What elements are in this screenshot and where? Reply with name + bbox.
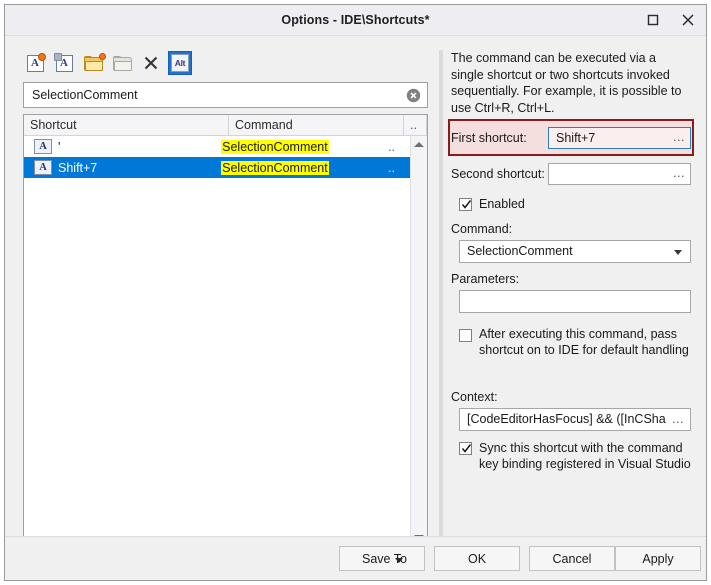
ok-label: OK — [467, 551, 487, 566]
copy-shortcut-button[interactable]: A — [52, 51, 76, 75]
pass-through-label-line1: After executing this command, pass — [479, 327, 678, 341]
pass-through-label-line2: shortcut on to IDE for default handling — [479, 343, 689, 357]
export-button[interactable] — [110, 51, 134, 75]
parameters-label: Parameters: — [451, 272, 520, 286]
first-shortcut-row: First shortcut: Shift+7 ... — [451, 127, 691, 149]
row-extra-value[interactable]: .. — [388, 140, 410, 154]
enabled-label: Enabled — [479, 197, 525, 211]
first-shortcut-input[interactable]: Shift+7 ... — [548, 127, 691, 149]
shortcut-key-icon: A — [34, 139, 52, 154]
cancel-button[interactable]: Cancel — [529, 546, 615, 571]
panel-splitter[interactable] — [439, 50, 443, 547]
apply-label: Apply — [642, 551, 674, 566]
close-button[interactable] — [671, 5, 704, 35]
dialog-footer: Save To OK Cancel Apply — [5, 536, 706, 580]
table-row[interactable]: A ' SelectionComment .. — [24, 136, 410, 157]
row-shortcut-value: ' — [58, 139, 61, 154]
new-shortcut-button[interactable]: A — [23, 51, 47, 75]
list-rows: A ' SelectionComment .. A Shift+7 Select… — [24, 136, 410, 546]
checkbox-box — [459, 329, 472, 342]
cancel-label: Cancel — [552, 551, 592, 566]
copy-shortcut-icon: A — [53, 52, 73, 72]
maximize-button[interactable] — [636, 5, 669, 35]
ok-button[interactable]: OK — [434, 546, 520, 571]
search-value: SelectionComment — [32, 88, 138, 102]
save-to-button[interactable]: Save To — [339, 546, 425, 571]
alt-key-icon: Alt — [171, 54, 189, 72]
shortcut-details-panel: The command can be executed via a single… — [448, 50, 694, 547]
pass-through-checkbox[interactable]: After executing this command, pass short… — [451, 326, 691, 360]
shortcuts-list[interactable]: Shortcut Command .. A ' SelectionComment… — [23, 114, 428, 547]
command-label: Command: — [451, 222, 513, 236]
enabled-checkbox[interactable]: Enabled — [451, 196, 691, 214]
window-title: Options - IDE\Shortcuts* — [281, 13, 430, 27]
shortcut-key-icon: A — [34, 160, 52, 175]
list-scrollbar[interactable] — [410, 136, 427, 546]
search-input[interactable]: SelectionComment — [23, 82, 428, 108]
table-row[interactable]: A Shift+7 SelectionComment .. — [24, 157, 410, 178]
command-select[interactable]: SelectionComment — [459, 240, 691, 263]
scroll-up-arrow — [414, 142, 424, 147]
column-header-command[interactable]: Command — [229, 115, 404, 136]
first-shortcut-value: Shift+7 — [556, 131, 596, 145]
chevron-down-icon — [674, 250, 682, 255]
row-command-value: SelectionComment — [221, 160, 388, 175]
open-folder-icon — [83, 52, 106, 71]
context-value: [CodeEditorHasFocus] && ([InCSharp] — [467, 412, 666, 426]
description-text: The command can be executed via a single… — [451, 51, 682, 115]
context-browse-button[interactable]: ... — [672, 409, 684, 429]
clear-search-button[interactable] — [406, 88, 421, 103]
second-shortcut-row: Second shortcut: ... — [451, 163, 691, 185]
dialog-body: A A Alt SelectionComment Shortcut Comman… — [5, 36, 706, 547]
context-label: Context: — [451, 390, 498, 404]
command-value: SelectionComment — [467, 244, 573, 258]
delete-button[interactable] — [139, 51, 163, 75]
column-header-shortcut[interactable]: Shortcut — [24, 115, 229, 136]
row-command-highlight: SelectionComment — [221, 139, 329, 154]
shortcuts-toolbar: A A Alt — [23, 50, 192, 76]
context-input[interactable]: [CodeEditorHasFocus] && ([InCSharp] ... — [459, 408, 691, 431]
row-command-value: SelectionComment — [221, 139, 388, 154]
delete-x-icon — [143, 55, 159, 71]
second-shortcut-browse-button[interactable]: ... — [673, 164, 685, 183]
column-header-extra[interactable]: .. — [404, 115, 427, 136]
row-command-highlight: SelectionComment — [221, 160, 329, 175]
clear-circle-icon — [406, 88, 421, 107]
row-extra-value[interactable]: .. — [388, 161, 410, 175]
import-button[interactable] — [81, 51, 106, 75]
sync-label-line2: key binding registered in Visual Studio — [479, 457, 691, 471]
row-shortcut-value: Shift+7 — [58, 160, 98, 175]
sync-checkbox[interactable]: Sync this shortcut with the command key … — [451, 440, 691, 474]
first-shortcut-label: First shortcut: — [451, 131, 527, 145]
second-shortcut-label: Second shortcut: — [451, 167, 545, 181]
save-disk-icon — [112, 55, 132, 71]
list-header: Shortcut Command .. — [24, 115, 427, 136]
second-shortcut-input[interactable]: ... — [548, 163, 691, 185]
chevron-down-icon — [395, 558, 403, 563]
title-bar: Options - IDE\Shortcuts* — [5, 5, 706, 36]
options-dialog: Options - IDE\Shortcuts* A A Alt Selecti… — [4, 4, 707, 581]
checkbox-box — [459, 442, 472, 455]
sync-label-line1: Sync this shortcut with the command — [479, 441, 683, 455]
checkbox-box — [459, 198, 472, 211]
alt-toggle-button[interactable]: Alt — [168, 51, 192, 75]
scroll-up-button[interactable] — [411, 136, 427, 153]
parameters-input[interactable] — [459, 290, 691, 313]
new-shortcut-icon: A — [26, 52, 46, 72]
apply-button[interactable]: Apply — [615, 546, 701, 571]
first-shortcut-browse-button[interactable]: ... — [673, 128, 685, 147]
